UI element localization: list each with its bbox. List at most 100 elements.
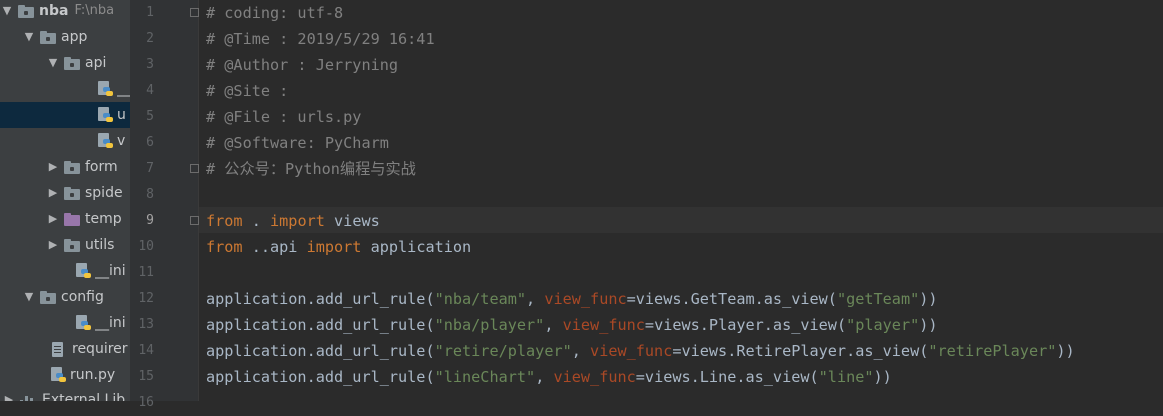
- code-token: "nba/player": [434, 316, 545, 334]
- tree-item-spider[interactable]: ▶ spide: [0, 180, 130, 206]
- code-line[interactable]: # @Time : 2019/5/29 16:41: [206, 26, 435, 52]
- code-token: view_func: [553, 368, 636, 386]
- tree-item-run-py[interactable]: run.py: [0, 362, 130, 388]
- code-line[interactable]: from . import views: [206, 208, 380, 234]
- code-line[interactable]: # @Software: PyCharm: [206, 130, 389, 156]
- code-token: application.add_url_rule(: [206, 290, 435, 308]
- line-number: 11: [138, 265, 154, 280]
- tree-item-label: __: [117, 81, 130, 97]
- line-number: 3: [146, 57, 154, 72]
- code-line[interactable]: # coding: utf-8: [206, 0, 343, 26]
- line-number: 14: [138, 343, 154, 358]
- code-token: "retirePlayer": [928, 342, 1057, 360]
- expand-arrow-icon[interactable]: ▼: [46, 50, 60, 76]
- line-number: 2: [146, 31, 154, 46]
- tree-item-api-file[interactable]: v: [0, 128, 130, 154]
- tree-item-templates[interactable]: ▶ temp: [0, 206, 130, 232]
- code-token: "line": [818, 368, 874, 386]
- tree-item-nba-root[interactable]: ▼ nba F:\nba: [0, 0, 130, 24]
- code-token: # coding: utf-8: [206, 4, 344, 22]
- tree-item-config-init[interactable]: __ini: [0, 310, 130, 336]
- code-token: ,: [526, 290, 545, 308]
- code-token: # @Time : 2019/5/29 16:41: [206, 30, 435, 48]
- code-editor[interactable]: # coding: utf-8 # @Time : 2019/5/29 16:41…: [199, 0, 1163, 401]
- code-line[interactable]: # @Site :: [206, 78, 288, 104]
- code-line[interactable]: from ..api import application: [206, 234, 471, 260]
- python-file-icon: [98, 81, 113, 97]
- tree-item-path: F:\nba: [74, 3, 115, 18]
- python-file-icon: [98, 133, 113, 149]
- tree-item-api[interactable]: ▼ api: [0, 50, 130, 76]
- collapse-arrow-icon[interactable]: ▶: [46, 206, 60, 232]
- tree-item-forms[interactable]: ▶ form: [0, 154, 130, 180]
- folder-icon: [18, 4, 34, 18]
- code-token: "player": [846, 316, 920, 334]
- line-number: 8: [146, 187, 154, 202]
- line-number-gutter[interactable]: 1 2 3 4 5 6 7 8 9 10 11 12 13 14 15 16: [130, 0, 199, 410]
- code-line[interactable]: # 公众号：Python编程与实战: [206, 156, 416, 182]
- collapse-arrow-icon[interactable]: ▶: [46, 180, 60, 206]
- tree-item-label: config: [61, 289, 104, 305]
- code-line[interactable]: application.add_url_rule("nba/team", vie…: [206, 286, 938, 312]
- folder-icon: [64, 56, 80, 70]
- folder-icon: [64, 238, 80, 252]
- collapse-arrow-icon[interactable]: ▶: [2, 387, 16, 401]
- code-token: "lineChart": [434, 368, 536, 386]
- code-token: )): [919, 316, 938, 334]
- code-token: =views.Player.as_view(: [644, 316, 847, 334]
- text-file-icon: [51, 342, 67, 357]
- tree-item-label: app: [61, 29, 88, 45]
- tree-item-requirements[interactable]: requirer: [0, 336, 130, 362]
- code-token: import: [270, 212, 325, 230]
- code-line[interactable]: application.add_url_rule("lineChart", vi…: [206, 364, 892, 390]
- expand-arrow-icon[interactable]: ▼: [0, 0, 14, 24]
- code-token: from: [206, 212, 243, 230]
- python-file-icon: [76, 315, 91, 331]
- python-file-icon: [98, 107, 113, 123]
- tree-item-api-file[interactable]: __: [0, 76, 130, 102]
- tree-item-app-init[interactable]: __ini: [0, 258, 130, 284]
- code-token: "getTeam": [836, 290, 920, 308]
- collapse-arrow-icon[interactable]: ▶: [46, 232, 60, 258]
- tree-item-label: temp: [85, 211, 122, 227]
- code-token: # @Software: PyCharm: [206, 134, 389, 152]
- tree-item-config[interactable]: ▼ config: [0, 284, 130, 310]
- code-line[interactable]: application.add_url_rule("retire/player"…: [206, 338, 1075, 364]
- line-number: 10: [138, 239, 154, 254]
- code-token: ,: [544, 316, 563, 334]
- tree-item-utils[interactable]: ▶ utils: [0, 232, 130, 258]
- code-token: =views.RetirePlayer.as_view(: [672, 342, 929, 360]
- fold-marker-icon[interactable]: [190, 216, 199, 225]
- tree-item-label: utils: [85, 237, 115, 253]
- python-file-icon: [76, 263, 91, 279]
- code-token: =views.GetTeam.as_view(: [626, 290, 837, 308]
- expand-arrow-icon[interactable]: ▼: [22, 284, 36, 310]
- code-token: # @Author : Jerryning: [206, 56, 399, 74]
- line-number: 5: [146, 109, 154, 124]
- code-line[interactable]: application.add_url_rule("nba/player", v…: [206, 312, 938, 338]
- folder-icon: [64, 186, 80, 200]
- tree-item-label: form: [85, 159, 118, 175]
- line-number: 6: [146, 135, 154, 150]
- code-token: ,: [535, 368, 554, 386]
- code-token: ,: [571, 342, 591, 360]
- fold-marker-icon[interactable]: [190, 164, 199, 173]
- expand-arrow-icon[interactable]: ▼: [22, 24, 36, 50]
- line-number: 4: [146, 83, 154, 98]
- code-token: )): [873, 368, 892, 386]
- tree-item-label: run.py: [70, 367, 116, 383]
- tree-item-app[interactable]: ▼ app: [0, 24, 130, 50]
- code-line[interactable]: # @File : urls.py: [206, 104, 361, 130]
- tree-item-label: api: [85, 55, 107, 71]
- code-token: )): [1056, 342, 1075, 360]
- tree-item-external-libraries[interactable]: ▶ External Lib: [0, 387, 130, 401]
- fold-marker-icon[interactable]: [190, 8, 199, 17]
- collapse-arrow-icon[interactable]: ▶: [46, 154, 60, 180]
- code-token: application.add_url_rule(: [206, 368, 435, 386]
- tree-item-api-file-selected[interactable]: u: [0, 102, 130, 128]
- code-line[interactable]: # @Author : Jerryning: [206, 52, 398, 78]
- code-token: application.add_url_rule(: [206, 342, 435, 360]
- code-token: # 公众号：Python编程与实战: [206, 160, 416, 178]
- code-token: from: [206, 238, 243, 256]
- code-token: views: [324, 212, 380, 230]
